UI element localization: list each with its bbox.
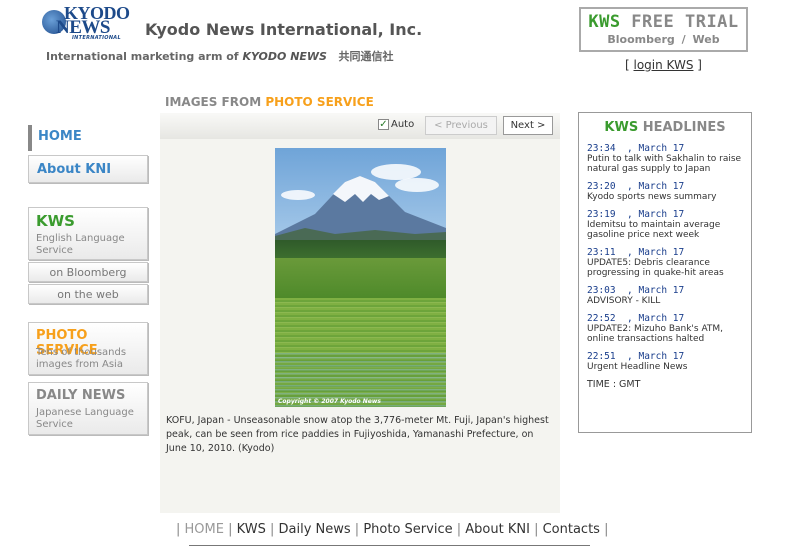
nav-home-label: HOME	[38, 129, 82, 144]
headline-item[interactable]: 23:11 , March 17 UPDATE5: Debris clearan…	[587, 247, 747, 278]
mt-fuji-photo[interactable]: Copyright © 2007 Kyodo News	[275, 148, 446, 407]
nav-kws[interactable]: KWS English Language Service	[28, 207, 148, 260]
headline-item[interactable]: 23:20 , March 17 Kyodo sports news summa…	[587, 181, 747, 202]
headline-time: 23:19 , March 17	[587, 209, 685, 220]
logo-international-text: INTERNATIONAL	[72, 35, 121, 41]
headlines-title: KWS HEADLINES	[579, 120, 751, 135]
headline-time: 23:34 , March 17	[587, 143, 685, 154]
headline-time: 23:20 , March 17	[587, 181, 685, 192]
login-kws-link[interactable]: login KWS	[634, 58, 694, 72]
trial-free-trial: FREE TRIAL	[620, 12, 739, 32]
page-title: Kyodo News International, Inc.	[145, 20, 423, 39]
trial-bloomberg: Bloomberg	[607, 33, 675, 46]
auto-label[interactable]: Auto	[391, 119, 414, 130]
nav-about-kni-label: About KNI	[37, 162, 112, 177]
tagline: International marketing arm of KYODO NEW…	[46, 48, 393, 64]
headline-text[interactable]: ADVISORY - KILL	[587, 296, 747, 306]
nav-kws-desc: English Language Service	[36, 233, 125, 256]
tagline-kyodo-news: KYODO NEWS	[242, 50, 327, 63]
nav-about-kni[interactable]: About KNI	[28, 155, 148, 183]
footer-sep: |	[228, 522, 233, 537]
kws-free-trial-banner[interactable]: KWS FREE TRIAL Bloomberg / Web	[579, 7, 748, 52]
login-bracket-close: ]	[693, 58, 702, 72]
nav-kws-on-bloomberg-label: on Bloomberg	[49, 266, 127, 279]
headline-time: 23:03 , March 17	[587, 285, 685, 296]
trial-subtitle: Bloomberg / Web	[581, 33, 746, 46]
auto-checkbox[interactable]: ✓	[378, 119, 389, 130]
nav-photo-service-desc: Tens of thousands images from Asia	[36, 347, 127, 370]
footer-link-contacts[interactable]: Contacts	[543, 522, 600, 537]
footer-link-about-kni[interactable]: About KNI	[465, 522, 530, 537]
photo-caption: KOFU, Japan - Unseasonable snow atop the…	[166, 415, 549, 454]
headline-text[interactable]: Kyodo sports news summary	[587, 192, 747, 202]
headline-text[interactable]: UPDATE2: Mizuho Bank's ATM, online trans…	[587, 324, 747, 344]
footer-link-photo-service[interactable]: Photo Service	[363, 522, 452, 537]
nav-daily-news-title: DAILY NEWS	[36, 388, 126, 403]
trial-web: Web	[692, 33, 720, 46]
footer-link-kws[interactable]: KWS	[237, 522, 266, 537]
footer-nav: | HOME | KWS | Daily News | Photo Servic…	[176, 522, 608, 537]
photo-field-mid	[275, 258, 446, 298]
previous-button[interactable]: < Previous	[425, 116, 497, 135]
nav-kws-on-bloomberg[interactable]: on Bloomberg	[28, 262, 148, 282]
headlines-title-rest: HEADLINES	[638, 120, 726, 135]
nav-photo-service[interactable]: PHOTO SERVICE Tens of thousands images f…	[28, 322, 148, 375]
next-button[interactable]: Next >	[503, 116, 553, 135]
headline-time: 22:51 , March 17	[587, 351, 685, 362]
footer-sep: |	[269, 522, 275, 537]
photo-viewer: ✓ Auto < Previous Next > Copyright © 200…	[160, 113, 560, 513]
footer-link-home[interactable]: HOME	[185, 522, 224, 537]
headline-item[interactable]: 23:34 , March 17 Putin to talk with Sakh…	[587, 143, 747, 174]
headlines-title-kws: KWS	[604, 120, 639, 135]
trial-kws: KWS	[588, 12, 621, 32]
nav-kws-on-the-web[interactable]: on the web	[28, 284, 148, 304]
kws-headlines-panel: KWS HEADLINES 23:34 , March 17 Putin to …	[578, 112, 752, 433]
footer-sep: |	[354, 522, 360, 537]
headline-text[interactable]: Putin to talk with Sakhalin to raise nat…	[587, 154, 747, 174]
tagline-prefix: International marketing arm of	[46, 50, 243, 63]
headline-text[interactable]: Urgent Headline News	[587, 362, 747, 372]
section-title-prefix: IMAGES FROM	[165, 95, 266, 109]
login-kws-line: [ login KWS ]	[579, 58, 748, 72]
footer-sep: |	[534, 522, 539, 537]
trial-sep: /	[681, 33, 686, 46]
tagline-japanese: 共同通信社	[338, 50, 394, 63]
photo-toolbar: ✓ Auto < Previous Next >	[160, 113, 560, 139]
footer-sep: |	[176, 522, 181, 537]
headline-item[interactable]: 23:03 , March 17 ADVISORY - KILL	[587, 285, 747, 306]
headline-item[interactable]: 22:51 , March 17 Urgent Headline News	[587, 351, 747, 372]
photo-copyright: Copyright © 2007 Kyodo News	[278, 398, 381, 405]
headline-text[interactable]: UPDATE5: Debris clearance progressing in…	[587, 258, 747, 278]
headline-text[interactable]: Idemitsu to maintain average gasoline pr…	[587, 220, 747, 240]
footer-sep: |	[604, 522, 609, 537]
nav-kws-on-the-web-label: on the web	[57, 288, 119, 301]
nav-daily-news[interactable]: DAILY NEWS Japanese Language Service	[28, 382, 148, 435]
nav-kws-title: KWS	[36, 212, 75, 230]
nav-daily-news-desc: Japanese Language Service	[36, 407, 134, 430]
footer-link-daily-news[interactable]: Daily News	[279, 522, 351, 537]
kyodo-news-logo[interactable]: KYODO NEWS INTERNATIONAL	[42, 4, 134, 41]
headline-time: 23:11 , March 17	[587, 247, 685, 258]
headline-item[interactable]: 23:19 , March 17 Idemitsu to maintain av…	[587, 209, 747, 240]
headline-item[interactable]: 22:52 , March 17 UPDATE2: Mizuho Bank's …	[587, 313, 747, 344]
headlines-timezone: TIME : GMT	[587, 379, 641, 390]
headlines-list: 23:34 , March 17 Putin to talk with Sakh…	[587, 143, 747, 390]
footer-sep: |	[456, 522, 462, 537]
section-title-highlight: PHOTO SERVICE	[265, 95, 374, 109]
section-title: IMAGES FROM PHOTO SERVICE	[165, 95, 374, 109]
trial-heading: KWS FREE TRIAL	[581, 12, 746, 32]
footer-divider	[189, 545, 590, 546]
headline-time: 22:52 , March 17	[587, 313, 685, 324]
login-bracket-open: [	[625, 58, 634, 72]
nav-home[interactable]: HOME	[28, 125, 148, 151]
photo-trees	[275, 240, 446, 258]
